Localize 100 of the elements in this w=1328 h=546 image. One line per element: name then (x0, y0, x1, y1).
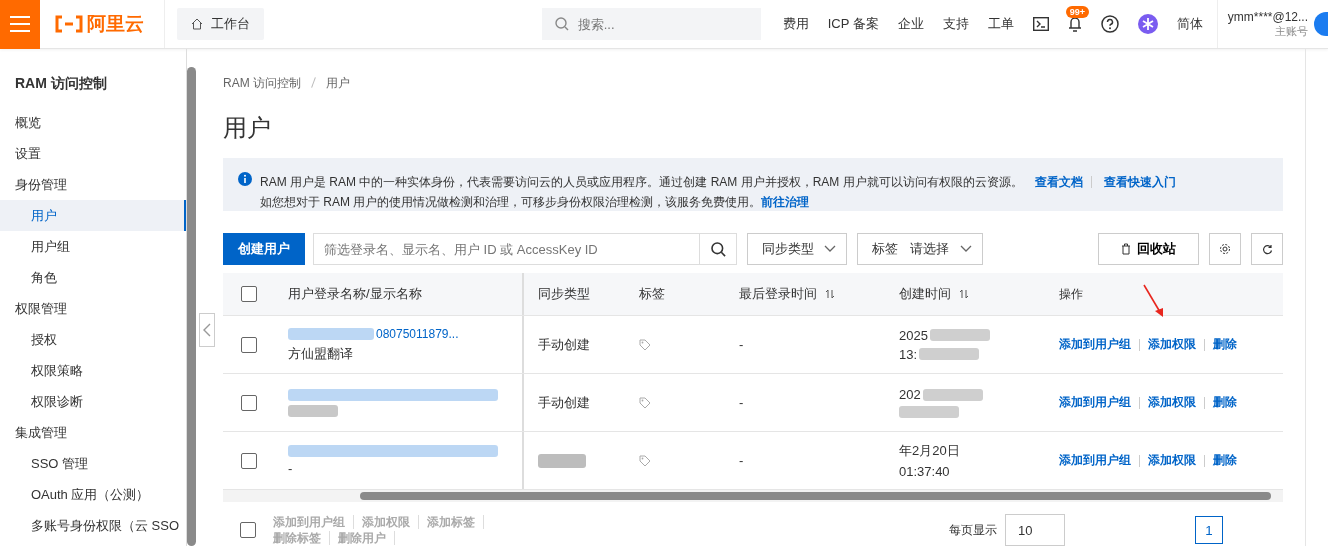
breadcrumb-link[interactable]: 用户 (326, 75, 350, 92)
filter-search-field[interactable]: 筛选登录名、显示名、用户 ID 或 AccessKey ID (313, 233, 700, 265)
chevron-down-icon (960, 245, 972, 253)
row-action-link[interactable]: 添加到用户组 (1059, 394, 1131, 411)
sidebar-item[interactable]: 授权 (0, 324, 186, 355)
row-checkbox[interactable] (241, 394, 257, 411)
notice-link[interactable]: 查看快速入门 (1103, 173, 1176, 191)
refresh-button[interactable] (1251, 233, 1283, 265)
row-action-link[interactable]: 删除 (1213, 394, 1237, 411)
column-header: 创建时间 (899, 285, 951, 303)
row-checkbox[interactable] (241, 336, 257, 353)
search-field[interactable]: 搜索... (541, 8, 761, 40)
row-action-link[interactable]: 添加到用户组 (1059, 452, 1131, 469)
redacted-blur-drawing (919, 348, 980, 360)
menu-button[interactable] (0, 0, 40, 49)
sort-icon[interactable] (825, 289, 835, 299)
sidebar-item[interactable]: 权限策略 (0, 355, 186, 386)
search-icon (554, 17, 569, 31)
search-button[interactable] (700, 233, 737, 265)
breadcrumb-link[interactable]: RAM 访问控制 (223, 75, 301, 92)
sidebar-item[interactable]: 角色 (0, 262, 186, 293)
create-user-button[interactable]: 创建用户 (223, 233, 305, 265)
sidebar-item[interactable]: OAuth 应用（公测） (0, 479, 186, 510)
workbench-button[interactable]: 工作台 (177, 8, 264, 40)
avatar[interactable] (1314, 12, 1328, 36)
table-cell: 手动创建 (538, 335, 590, 354)
redacted-blur-drawing (899, 406, 959, 418)
tag-label: 标签 (872, 240, 898, 258)
logo-text: 阿里云 (87, 12, 144, 36)
settings-button[interactable] (1209, 233, 1241, 265)
notification-badge: 99+ (1065, 6, 1090, 18)
scrollbar[interactable] (187, 67, 196, 546)
nav-link[interactable]: 工单 (987, 15, 1014, 33)
sidebar-item[interactable]: SSO 管理 (0, 448, 186, 479)
sidebar-item[interactable]: 集成管理 (0, 417, 186, 448)
chevron-down-icon (824, 245, 836, 253)
column-header: 用户登录名称/显示名称 (288, 285, 422, 303)
settings-icon (1219, 243, 1231, 255)
account-role: 主账号 (1275, 24, 1308, 39)
sidebar-item[interactable]: 设置 (0, 138, 186, 169)
table-cell: - (739, 337, 744, 352)
horizontal-scrollbar[interactable] (223, 490, 1283, 502)
help-icon[interactable] (1100, 15, 1119, 33)
sidebar-item[interactable]: 用户组 (0, 231, 186, 262)
column-header: 标签 (639, 285, 665, 303)
column-header: 操作 (1059, 285, 1083, 303)
column-header: 同步类型 (538, 285, 590, 303)
select-all-checkbox[interactable] (240, 522, 256, 538)
row-action-link[interactable]: 添加权限 (1148, 452, 1196, 469)
nav-link[interactable]: 支持 (942, 15, 969, 33)
row-action-link[interactable]: 添加权限 (1148, 394, 1196, 411)
account-name[interactable]: ymm****@12... (1227, 9, 1308, 24)
table-cell: 202 (899, 387, 921, 402)
row-checkbox[interactable] (241, 452, 257, 469)
recycle-bin-button[interactable]: 回收站 (1098, 233, 1199, 265)
page-size-dropdown[interactable]: 10 (1005, 514, 1065, 546)
page-size-label: 每页显示 (949, 521, 997, 539)
sidebar-title: RAM 访问控制 (14, 74, 108, 93)
redacted-blur-drawing (922, 388, 983, 401)
column-header: 最后登录时间 (739, 285, 817, 303)
sidebar-item[interactable]: 权限管理 (0, 293, 186, 324)
menu-icon (9, 16, 31, 32)
notice-link[interactable]: 前往治理 (761, 193, 810, 211)
search-icon (710, 241, 726, 257)
sync-type-dropdown[interactable]: 同步类型 (747, 233, 847, 265)
nav-link[interactable]: 费用 (782, 15, 809, 33)
sort-icon[interactable] (959, 289, 969, 299)
display-name: - (288, 461, 293, 476)
assistant-icon[interactable] (1137, 14, 1158, 34)
language-link[interactable]: 简体 (1176, 15, 1203, 33)
sidebar-item[interactable]: 用户 (0, 200, 186, 231)
sidebar-item[interactable]: 概览 (0, 107, 186, 138)
tag-dropdown[interactable]: 标签 请选择 (857, 233, 983, 265)
nav-link[interactable]: 企业 (897, 15, 924, 33)
row-action-link[interactable]: 删除 (1213, 336, 1237, 353)
display-name: 方仙盟翻译 (288, 344, 353, 363)
redacted-blur-drawing (538, 453, 586, 468)
page-button[interactable]: 1 (1195, 516, 1223, 544)
select-all-checkbox[interactable] (241, 286, 257, 302)
notice-text: 如您想对于 RAM 用户的使用情况做检测和治理，可移步身份权限治理检测，该服务免费使用。 (260, 193, 762, 211)
annotation-arrow (1143, 284, 1165, 318)
row-action-link[interactable]: 添加权限 (1148, 336, 1196, 353)
row-action-link[interactable]: 删除 (1213, 452, 1237, 469)
table-cell: 13: (899, 346, 918, 362)
terminal-icon[interactable] (1032, 17, 1049, 31)
collapse-button[interactable] (199, 313, 215, 347)
nav-link[interactable]: ICP 备案 (827, 15, 879, 33)
table-cell: 手动创建 (538, 393, 590, 412)
sidebar-item[interactable]: 权限诊断 (0, 386, 186, 417)
sidebar-item[interactable]: 多账号身份权限（云 SSO (0, 510, 186, 541)
row-action-link[interactable]: 添加到用户组 (1059, 336, 1131, 353)
chevron-left-icon (203, 323, 211, 337)
sidebar-item[interactable]: 身份管理 (0, 169, 186, 200)
table-cell: 01:37:40 (899, 464, 950, 479)
home-icon (191, 18, 203, 30)
user-login-link[interactable]: 08075011879... (376, 326, 459, 341)
notice-link[interactable]: 查看文档 (1034, 173, 1083, 191)
logo-icon (54, 15, 84, 33)
bell-icon[interactable] (1067, 16, 1082, 32)
table-cell: - (739, 395, 744, 410)
